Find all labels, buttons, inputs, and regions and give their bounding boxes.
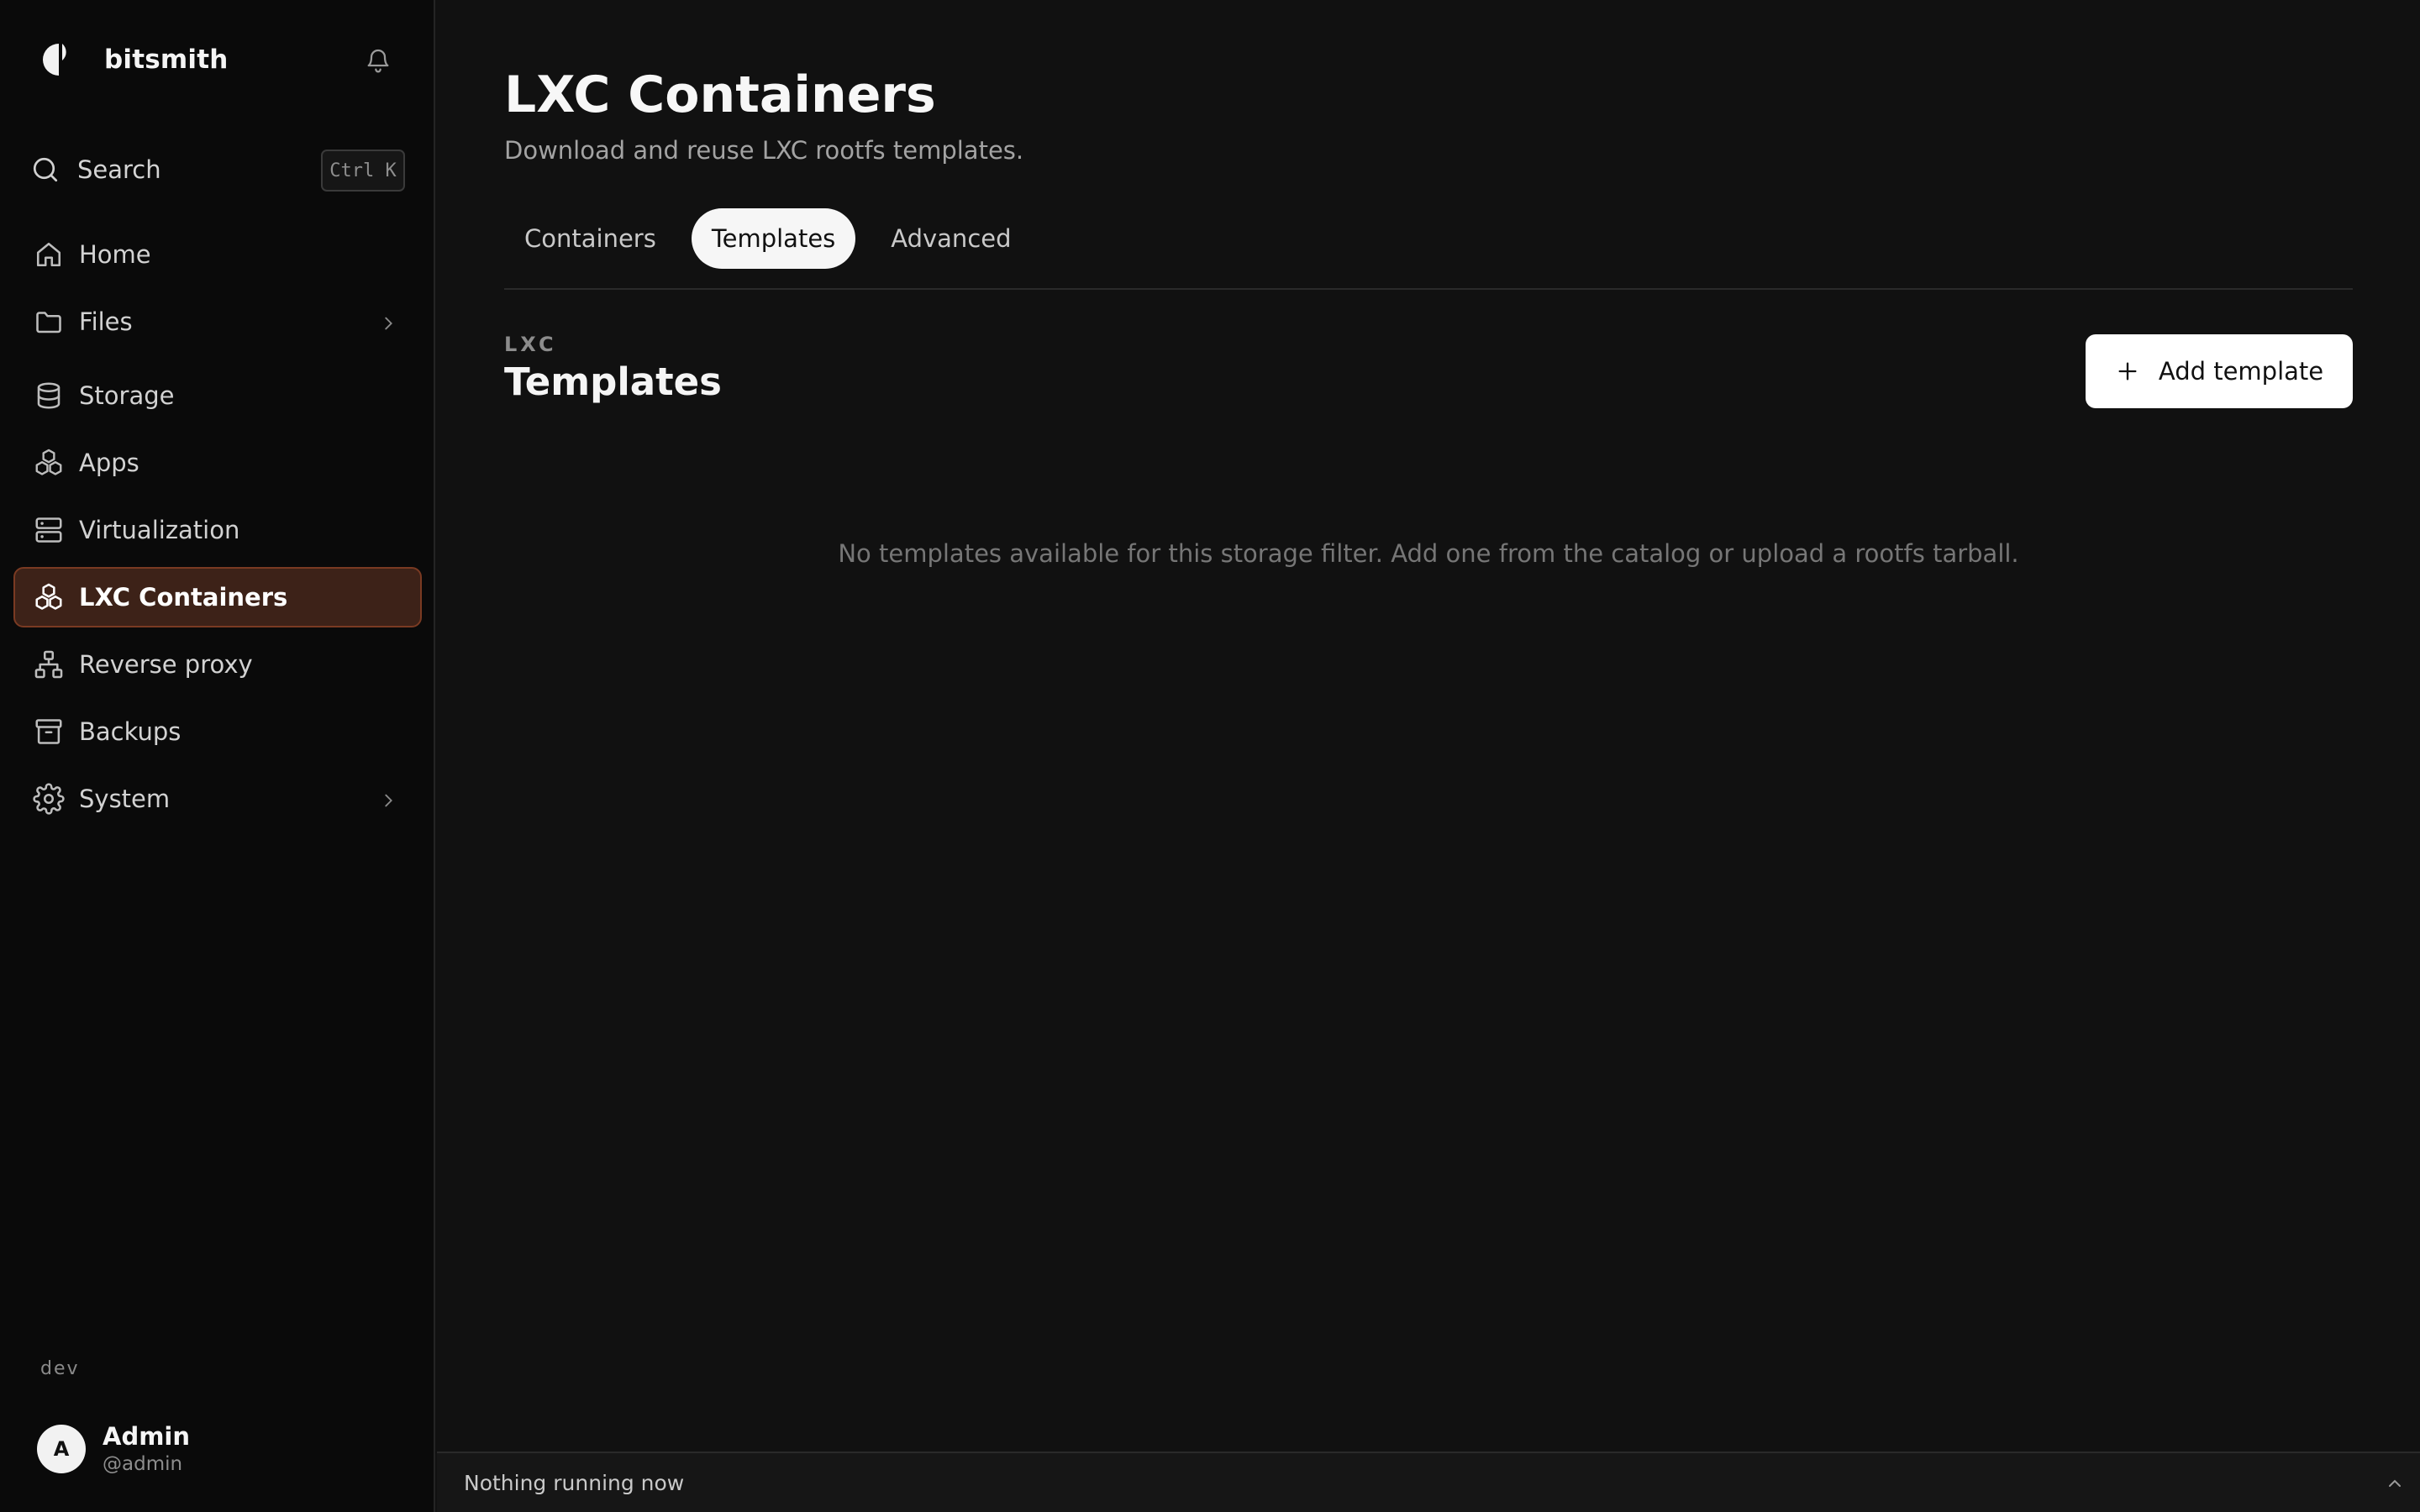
chevron-up-icon[interactable] — [2381, 1470, 2408, 1497]
sidebar-item-system[interactable]: System — [13, 769, 422, 829]
chevron-right-icon[interactable] — [375, 310, 402, 337]
sidebar-item-label: Home — [79, 240, 151, 269]
server-icon — [32, 513, 66, 547]
avatar: A — [37, 1425, 86, 1473]
user-handle: @admin — [103, 1453, 183, 1475]
sidebar-item-label: Backups — [79, 717, 182, 746]
page-subtitle: Download and reuse LXC rootfs templates. — [504, 136, 1024, 165]
sidebar-item-virtualization[interactable]: Virtualization — [13, 500, 422, 560]
boxes-icon — [32, 446, 66, 480]
sidebar-item-label: Files — [79, 307, 133, 336]
sidebar-item-files[interactable]: Files — [13, 291, 422, 352]
search-shortcut-badge: Ctrl K — [321, 150, 405, 192]
plus-icon — [2115, 359, 2140, 384]
sidebar-item-label: Apps — [79, 449, 139, 477]
status-text: Nothing running now — [464, 1470, 685, 1495]
user-profile[interactable]: A Admin @admin — [37, 1421, 190, 1477]
user-name: Admin — [103, 1422, 191, 1451]
brand-logo-icon — [40, 40, 79, 79]
search-button[interactable]: Search Ctrl K — [13, 144, 408, 195]
sidebar-item-label: Virtualization — [79, 516, 240, 544]
sidebar-item-lxc-containers[interactable]: LXC Containers — [13, 567, 422, 627]
sidebar-item-label: LXC Containers — [79, 583, 288, 612]
network-icon — [32, 648, 66, 681]
folder-icon — [32, 305, 66, 339]
sidebar-item-label: Reverse proxy — [79, 650, 253, 679]
brand-name: bitsmith — [104, 45, 229, 75]
database-icon — [32, 379, 66, 412]
sidebar-item-label: System — [79, 785, 171, 813]
home-icon — [32, 238, 66, 271]
search-icon — [30, 155, 60, 185]
sidebar: bitsmith Search Ctrl K Home Files Storag… — [0, 0, 435, 1512]
sidebar-item-backups[interactable]: Backups — [13, 701, 422, 762]
sidebar-item-home[interactable]: Home — [13, 224, 422, 285]
main-content: LXC Containers Download and reuse LXC ro… — [437, 0, 2420, 1512]
add-template-button[interactable]: Add template — [2086, 334, 2353, 408]
tabs-divider — [504, 288, 2353, 290]
search-label: Search — [77, 155, 161, 184]
chevron-right-icon[interactable] — [375, 787, 402, 814]
sidebar-item-storage[interactable]: Storage — [13, 365, 422, 426]
section-title: Templates — [504, 360, 722, 404]
page-title: LXC Containers — [504, 66, 936, 124]
gear-icon — [32, 782, 66, 816]
sidebar-item-label: Storage — [79, 381, 175, 410]
environment-label: dev — [40, 1358, 80, 1379]
tab-bar: Containers Templates Advanced — [504, 208, 1047, 269]
brand[interactable]: bitsmith — [40, 39, 229, 81]
archive-icon — [32, 715, 66, 748]
boxes-icon — [32, 580, 66, 614]
sidebar-item-apps[interactable]: Apps — [13, 433, 422, 493]
sidebar-item-reverse-proxy[interactable]: Reverse proxy — [13, 634, 422, 695]
tab-advanced[interactable]: Advanced — [871, 208, 1031, 269]
tab-templates[interactable]: Templates — [691, 208, 856, 269]
notifications-bell-icon[interactable] — [361, 44, 395, 77]
status-bar[interactable]: Nothing running now — [437, 1452, 2420, 1512]
app-window: bitsmith Search Ctrl K Home Files Storag… — [0, 0, 2420, 1512]
empty-state-message: No templates available for this storage … — [838, 539, 2019, 568]
add-template-label: Add template — [2158, 357, 2324, 386]
section-eyebrow: LXC — [504, 333, 557, 356]
tab-containers[interactable]: Containers — [504, 208, 676, 269]
